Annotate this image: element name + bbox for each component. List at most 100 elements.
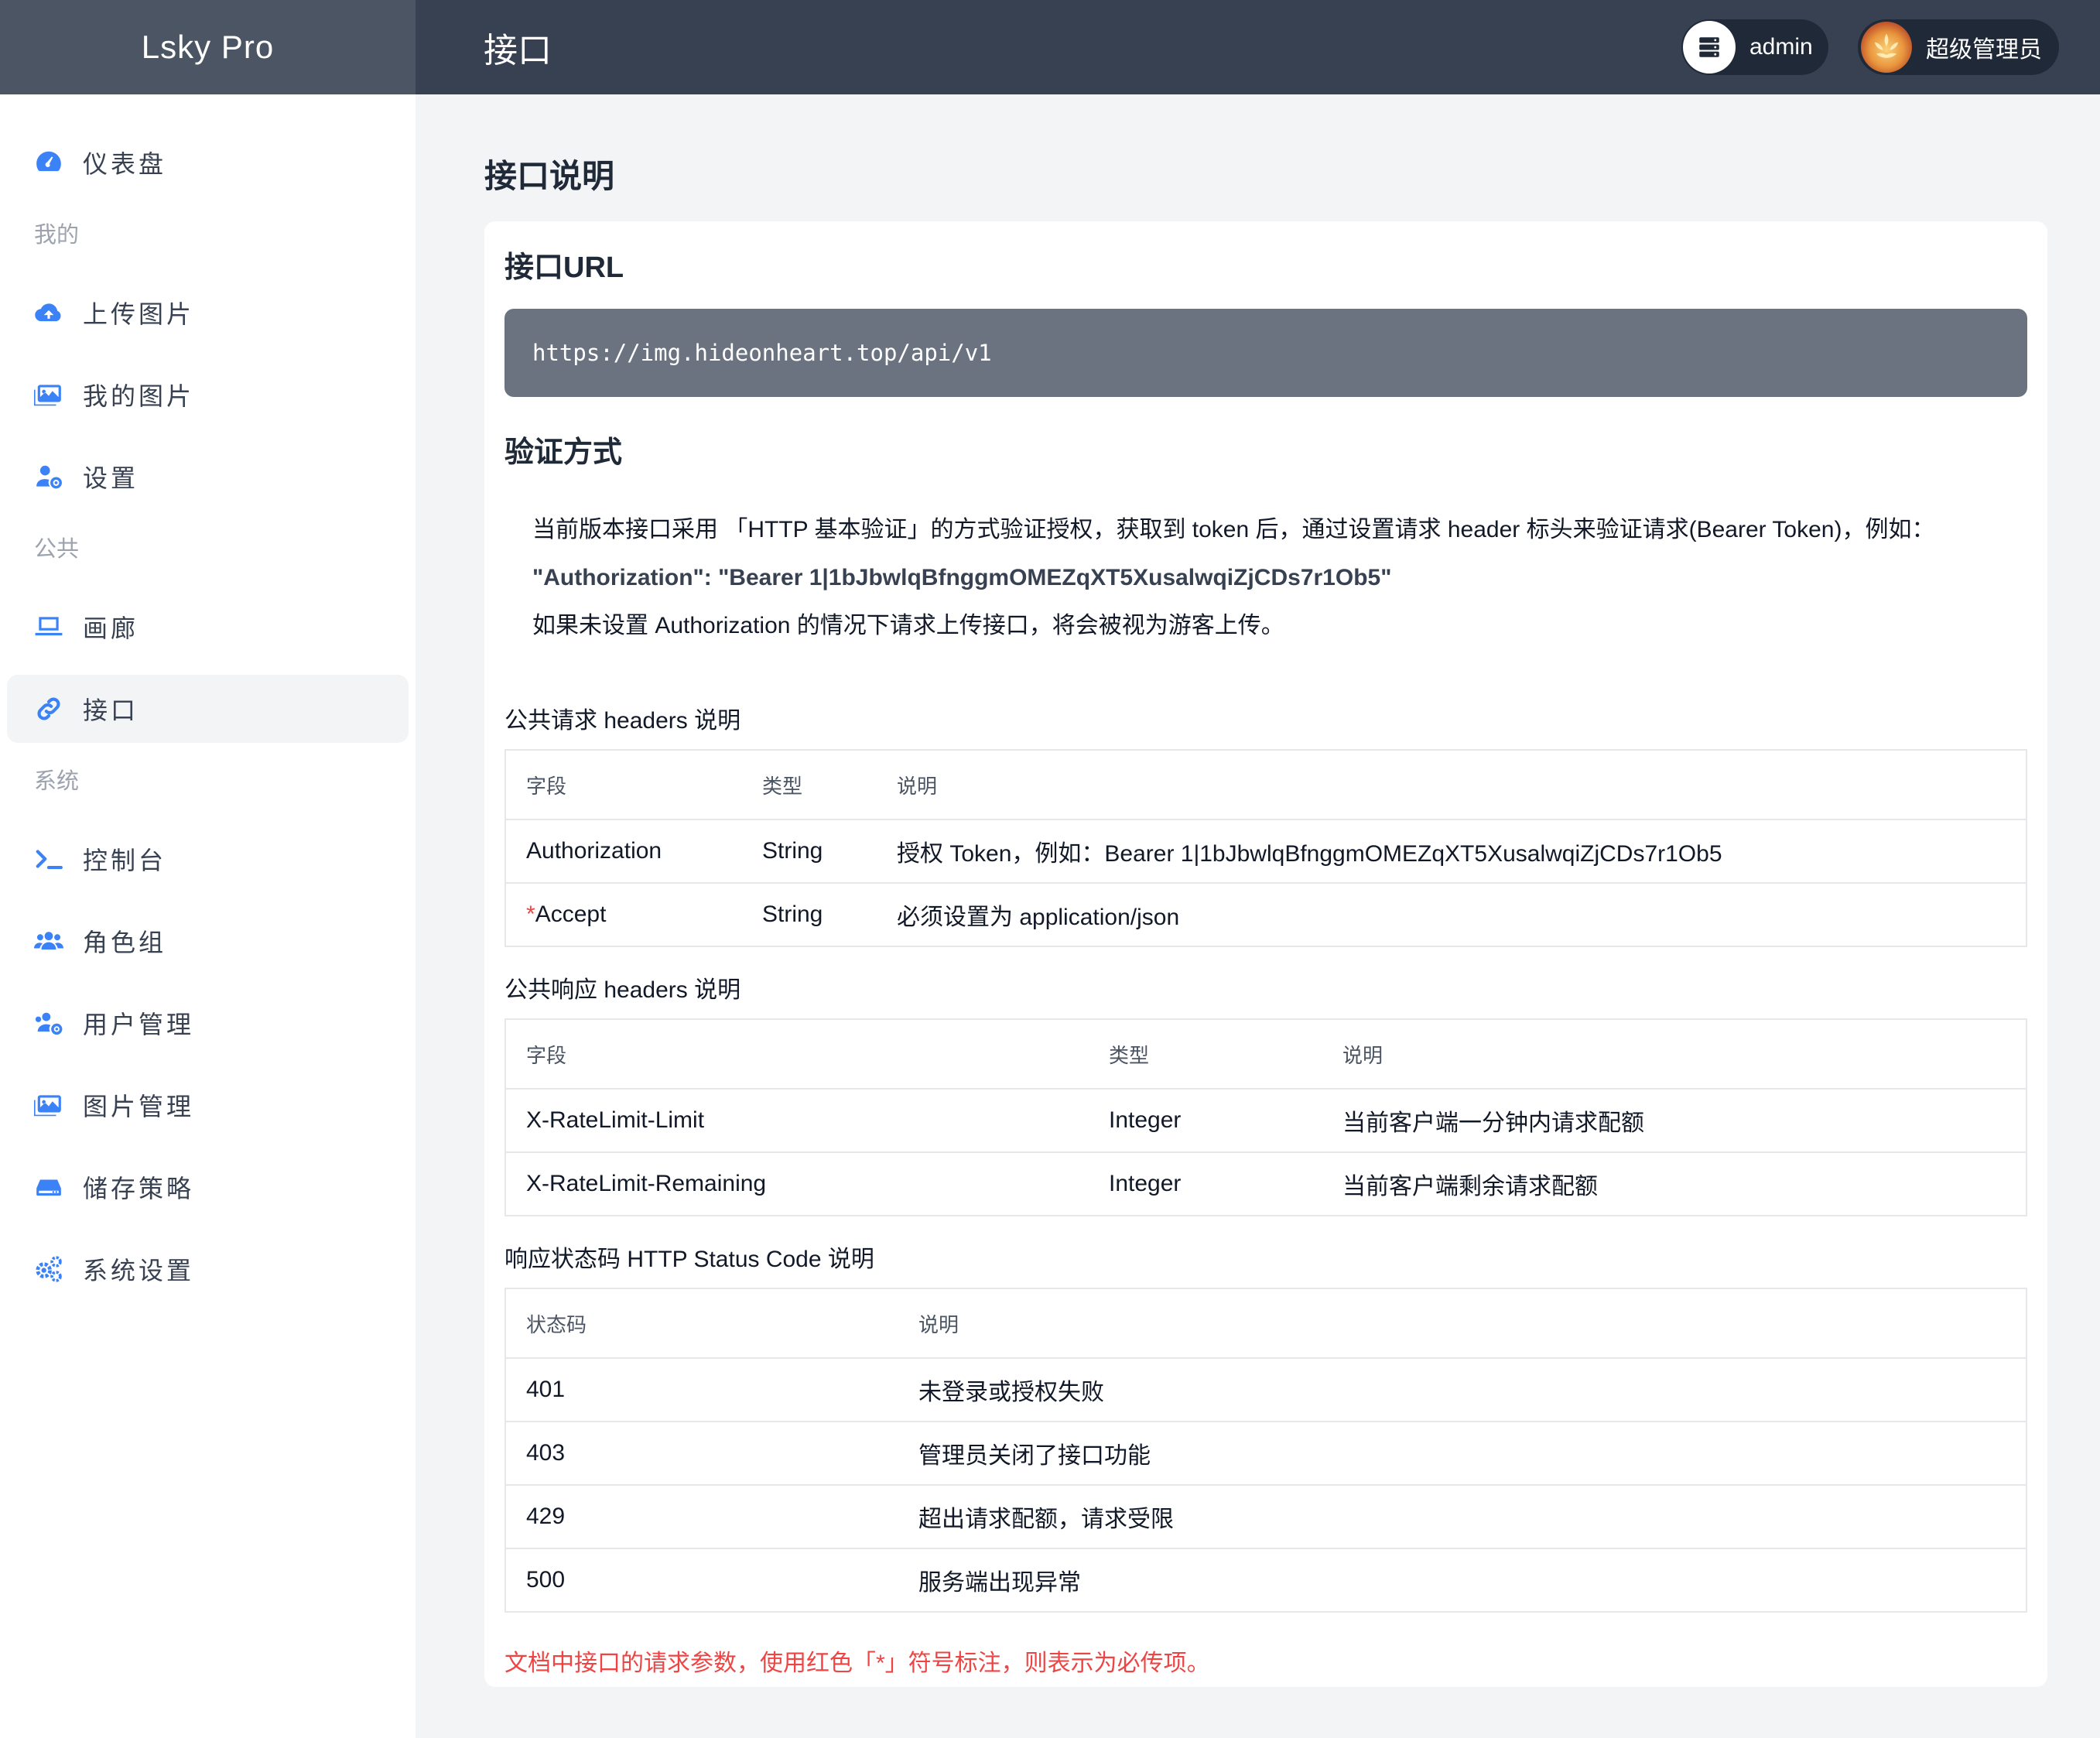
sidebar-item-label: 我的图片 [83,382,195,410]
sidebar-item-upload[interactable]: 上传图片 [7,279,409,347]
request-headers-title: 公共请求 headers 说明 [504,708,741,734]
auth-section-title: 验证方式 [504,436,623,469]
table-row: *Accept String 必须设置为 application/json [505,883,2026,946]
cloud-upload-icon [33,297,64,328]
sidebar-item-console[interactable]: 控制台 [7,825,409,893]
admin-label: admin [1749,34,1813,60]
table-row: X-RateLimit-Limit Integer 当前客户端一分钟内请求配额 [505,1089,2026,1153]
page-title: 接口说明 [484,158,615,194]
table-row: 429 超出请求配额，请求受限 [505,1485,2026,1549]
sidebar-item-label: 设置 [83,464,139,492]
user-role-label: 超级管理员 [1926,37,2042,63]
link-icon [33,693,64,724]
table-cell: 管理员关闭了接口功能 [898,1422,2026,1486]
sidebar-item-roles[interactable]: 角色组 [7,907,409,975]
response-headers-table: 字段 类型 说明 X-RateLimit-Limit Integer 当前客户端… [504,1018,2027,1216]
status-codes-table: 状态码 说明 401 未登录或授权失败 403 管理员关闭了接口功能 429 超… [504,1288,2027,1613]
sidebar-item-label: 上传图片 [83,300,195,328]
table-cell: 授权 Token，例如：Bearer 1|1bJbwlqBfnggmOMEZqX… [877,819,2026,884]
avatar [1861,22,1912,73]
column-header: 状态码 [505,1288,898,1359]
required-params-note: 文档中接口的请求参数，使用红色「*」符号标注，则表示为必传项。 [504,1651,1210,1676]
sidebar-item-gallery[interactable]: 画廊 [7,593,409,661]
main-content: 接口说明 接口URL https://img.hideonheart.top/a… [484,94,2047,1687]
sidebar-item-label: 图片管理 [83,1093,195,1120]
table-row: 500 服务端出现异常 [505,1548,2026,1612]
table-cell: 当前客户端一分钟内请求配额 [1322,1089,2026,1153]
table-cell: X-RateLimit-Remaining [526,1171,767,1196]
nav-group-public: 公共 [34,537,80,562]
column-header: 字段 [505,1019,1089,1090]
column-header: 字段 [505,750,742,820]
sidebar-item-system-settings[interactable]: 系统设置 [7,1235,409,1303]
column-header: 类型 [1089,1019,1322,1090]
field-name: Accept [535,902,607,927]
gauge-icon [33,147,64,178]
table-cell: String [762,902,823,927]
table-cell: *Accept [505,883,742,946]
table-cell: 服务端出现异常 [918,1570,1081,1596]
terminal-icon [33,843,64,874]
table-cell: 当前客户端剩余请求配额 [1342,1174,1598,1199]
sidebar-item-label: 画廊 [83,614,139,642]
auth-example[interactable]: "Authorization": "Bearer 1|1bJbwlqBfnggm… [532,554,2027,602]
sidebar-item-label: 仪表盘 [83,150,167,178]
user-menu-button[interactable]: 超级管理员 [1858,19,2059,75]
hard-drive-icon [33,1172,64,1203]
table-row: X-RateLimit-Remaining Integer 当前客户端剩余请求配… [505,1152,2026,1216]
table-cell: 超出请求配额，请求受限 [898,1485,2026,1549]
table-cell: Integer [1109,1171,1182,1196]
sidebar: Lsky Pro 仪表盘 我的 上传图片 我的图片 设置 公共 画廊 接口 系统… [0,0,416,1738]
sidebar-item-storage[interactable]: 储存策略 [7,1153,409,1221]
page-header-title: 接口 [484,32,552,70]
table-cell: 必须设置为 application/json [897,905,1180,930]
user-gear-icon [33,461,64,492]
sidebar-nav: 仪表盘 我的 上传图片 我的图片 设置 公共 画廊 接口 系统 控制台 角色组 … [0,94,416,1303]
status-codes-title: 响应状态码 HTTP Status Code 说明 [504,1247,874,1272]
table-row: 401 未登录或授权失败 [505,1358,2026,1422]
images-icon [33,1090,64,1120]
sidebar-item-my-images[interactable]: 我的图片 [7,361,409,429]
table-cell: String [742,819,877,884]
auth-description: 当前版本接口采用 「HTTP 基本验证」的方式验证授权，获取到 token 后，… [504,506,2027,650]
sidebar-item-users[interactable]: 用户管理 [7,989,409,1057]
images-icon [33,379,64,410]
table-cell: 403 [505,1422,898,1486]
top-bar: 接口 admin 超级管理员 [416,0,2100,94]
column-header: 说明 [877,750,2026,820]
column-header: 类型 [742,750,877,820]
auth-line-1: 当前版本接口采用 「HTTP 基本验证」的方式验证授权，获取到 token 后，… [532,517,1935,542]
nav-group-system: 系统 [34,769,80,794]
nav-group-mine: 我的 [34,223,80,248]
gears-icon [33,1254,64,1285]
sidebar-item-settings[interactable]: 设置 [7,443,409,511]
response-headers-title: 公共响应 headers 说明 [504,977,741,1003]
table-row: Authorization String 授权 Token，例如：Bearer … [505,819,2026,884]
table-cell: 500 [526,1567,566,1593]
sidebar-item-api[interactable]: 接口 [7,675,409,743]
table-cell: 未登录或授权失败 [898,1358,2026,1422]
table-cell: 401 [505,1358,898,1422]
users-gear-icon [33,1008,64,1038]
column-header: 说明 [898,1288,2026,1359]
column-header: 说明 [1322,1019,2026,1090]
sidebar-item-dashboard[interactable]: 仪表盘 [7,128,409,197]
sidebar-item-label: 角色组 [83,929,167,956]
server-icon [1683,21,1736,74]
sidebar-item-label: 接口 [83,696,139,724]
table-cell: Integer [1089,1089,1322,1153]
required-mark: * [526,902,535,927]
laptop-icon [33,611,64,642]
users-icon [33,925,64,956]
sidebar-item-images[interactable]: 图片管理 [7,1071,409,1139]
url-section-title: 接口URL [504,251,624,284]
table-cell: 429 [505,1485,898,1549]
request-headers-table: 字段 类型 说明 Authorization String 授权 Token，例… [504,749,2027,947]
table-row: 403 管理员关闭了接口功能 [505,1422,2026,1486]
admin-menu-button[interactable]: admin [1681,19,1828,75]
auth-line-3: 如果未设置 Authorization 的情况下请求上传接口，将会被视为游客上传… [532,613,1284,638]
table-cell: Authorization [505,819,742,884]
api-url-box[interactable]: https://img.hideonheart.top/api/v1 [504,309,2027,397]
brand-logo[interactable]: Lsky Pro [0,0,416,94]
sidebar-item-label: 控制台 [83,847,167,874]
